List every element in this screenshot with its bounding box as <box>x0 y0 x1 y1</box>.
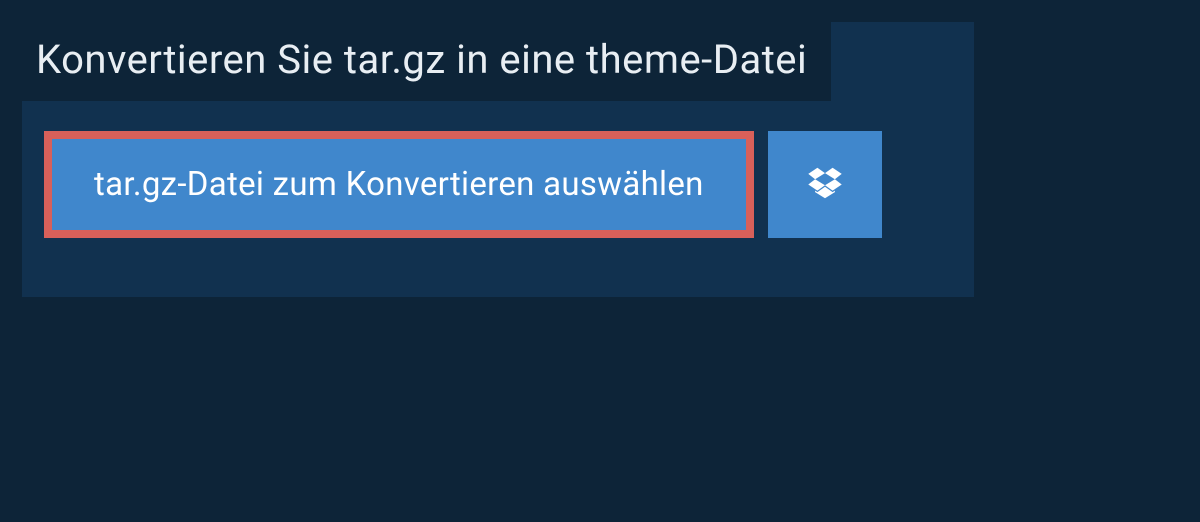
page-title: Konvertieren Sie tar.gz in eine theme-Da… <box>36 36 807 83</box>
select-file-button-label: tar.gz-Datei zum Konvertieren auswählen <box>94 165 704 204</box>
select-file-button[interactable]: tar.gz-Datei zum Konvertieren auswählen <box>44 131 754 238</box>
button-row: tar.gz-Datei zum Konvertieren auswählen <box>22 101 974 260</box>
converter-panel: Konvertieren Sie tar.gz in eine theme-Da… <box>22 22 974 297</box>
dropbox-button[interactable] <box>768 131 882 238</box>
heading-container: Konvertieren Sie tar.gz in eine theme-Da… <box>22 22 831 101</box>
dropbox-icon <box>806 164 844 206</box>
